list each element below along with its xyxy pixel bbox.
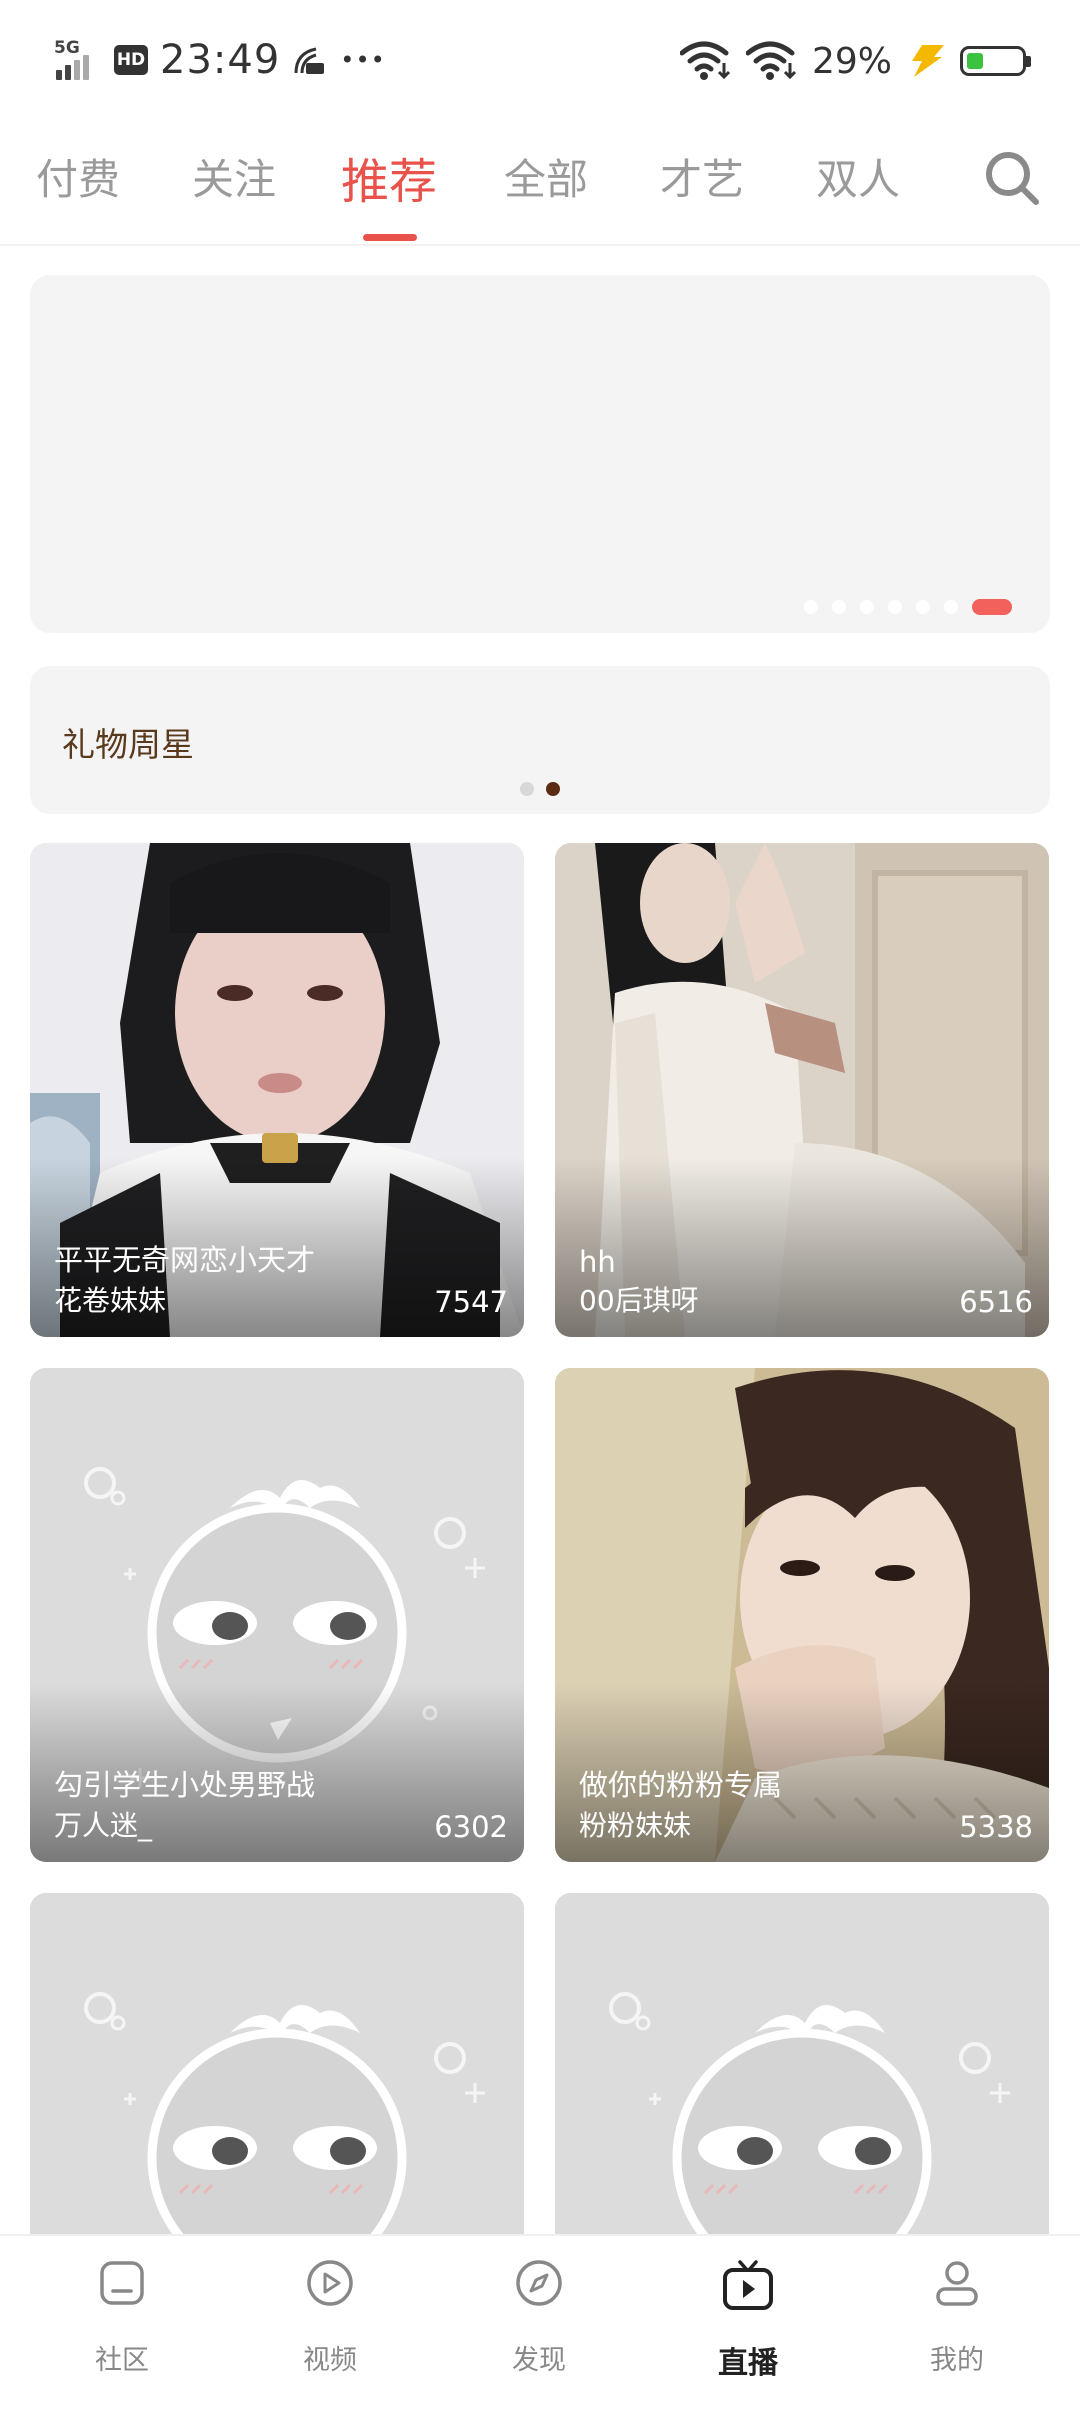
streamer-name: 万人迷_ bbox=[54, 1809, 153, 1842]
stream-card[interactable]: hh 00后琪呀 6516 bbox=[555, 843, 1049, 1337]
page-dot bbox=[520, 782, 534, 796]
streamer-name: 00后琪呀 bbox=[579, 1284, 699, 1317]
gift-week-star-card[interactable]: 礼物周星 bbox=[30, 666, 1050, 814]
page-dot bbox=[804, 600, 818, 614]
page-dot bbox=[832, 600, 846, 614]
stream-card[interactable]: 勾引学生小处男野战 万人迷_ 6302 bbox=[30, 1368, 524, 1862]
streamer-name: 粉粉妹妹 bbox=[579, 1809, 692, 1842]
nav-profile[interactable]: 我的 bbox=[897, 2258, 1017, 2377]
cellular-signal-icon: 5G bbox=[54, 38, 102, 82]
bottom-navigation: 社区 视频 发现 直播 我的 bbox=[0, 2234, 1080, 2410]
category-tabs: 付费 关注 推荐 全部 才艺 双人 bbox=[0, 118, 1080, 246]
viewer-count: 6302 bbox=[434, 1810, 508, 1844]
page-dot-active bbox=[972, 599, 1012, 615]
banner-carousel[interactable] bbox=[30, 275, 1050, 633]
viewer-count: 6516 bbox=[959, 1285, 1033, 1319]
nav-video[interactable]: 视频 bbox=[270, 2258, 390, 2377]
stream-title: hh bbox=[579, 1245, 616, 1279]
page-dot-active bbox=[546, 782, 560, 796]
gift-card-pagination bbox=[520, 782, 560, 796]
tab-following[interactable]: 关注 bbox=[192, 146, 276, 207]
search-icon[interactable] bbox=[980, 146, 1044, 210]
tab-paid[interactable]: 付费 bbox=[36, 146, 120, 207]
discover-icon bbox=[516, 2260, 562, 2306]
nav-community[interactable]: 社区 bbox=[62, 2258, 182, 2377]
profile-icon bbox=[936, 2261, 978, 2306]
network-type: 5G bbox=[54, 38, 80, 58]
nav-discover-label: 发现 bbox=[512, 2345, 566, 2376]
battery-percent: 29% bbox=[811, 40, 892, 82]
viewer-count: 5338 bbox=[959, 1810, 1033, 1844]
battery-icon bbox=[960, 46, 1031, 76]
viewer-count: 7547 bbox=[434, 1285, 508, 1319]
nav-video-label: 视频 bbox=[303, 2345, 357, 2376]
community-icon bbox=[100, 2261, 144, 2305]
page-dot bbox=[916, 600, 930, 614]
hd-icon: HD bbox=[114, 45, 148, 75]
stream-card[interactable]: 做你的粉粉专属 粉粉妹妹 5338 bbox=[555, 1368, 1049, 1862]
status-bar: 5G HD 23:49 ••• 29% bbox=[0, 0, 1080, 110]
nav-discover[interactable]: 发现 bbox=[479, 2258, 599, 2377]
tab-talent[interactable]: 才艺 bbox=[660, 146, 744, 207]
stream-card[interactable]: 平平无奇网恋小天才 花卷妹妹 7547 bbox=[30, 843, 524, 1337]
nfc-icon bbox=[294, 47, 325, 74]
tab-duo[interactable]: 双人 bbox=[816, 146, 900, 207]
active-tab-indicator bbox=[363, 234, 417, 241]
page-dot bbox=[888, 600, 902, 614]
stream-title: 平平无奇网恋小天才 bbox=[54, 1243, 316, 1277]
live-tv-icon bbox=[723, 2260, 773, 2310]
stream-title: 做你的粉粉专属 bbox=[579, 1768, 783, 1802]
wifi-icon bbox=[679, 41, 731, 80]
page-dot bbox=[944, 600, 958, 614]
clock: 23:49 bbox=[160, 37, 281, 83]
nav-community-label: 社区 bbox=[95, 2345, 149, 2376]
streamer-name: 花卷妹妹 bbox=[54, 1284, 167, 1317]
page-dot bbox=[860, 600, 874, 614]
banner-pagination bbox=[804, 599, 1012, 615]
tab-all[interactable]: 全部 bbox=[504, 146, 588, 207]
charging-bolt-icon bbox=[912, 45, 944, 77]
video-icon bbox=[307, 2260, 353, 2306]
tab-recommended[interactable]: 推荐 bbox=[341, 142, 437, 212]
nav-live-label: 直播 bbox=[718, 2346, 778, 2381]
gift-week-star-label: 礼物周星 bbox=[62, 725, 194, 764]
wifi-icon-secondary bbox=[745, 41, 797, 80]
stream-title: 勾引学生小处男野战 bbox=[54, 1768, 316, 1802]
nav-live[interactable]: 直播 bbox=[688, 2258, 808, 2382]
nav-profile-label: 我的 bbox=[930, 2345, 984, 2376]
more-notifications-icon: ••• bbox=[340, 46, 386, 74]
